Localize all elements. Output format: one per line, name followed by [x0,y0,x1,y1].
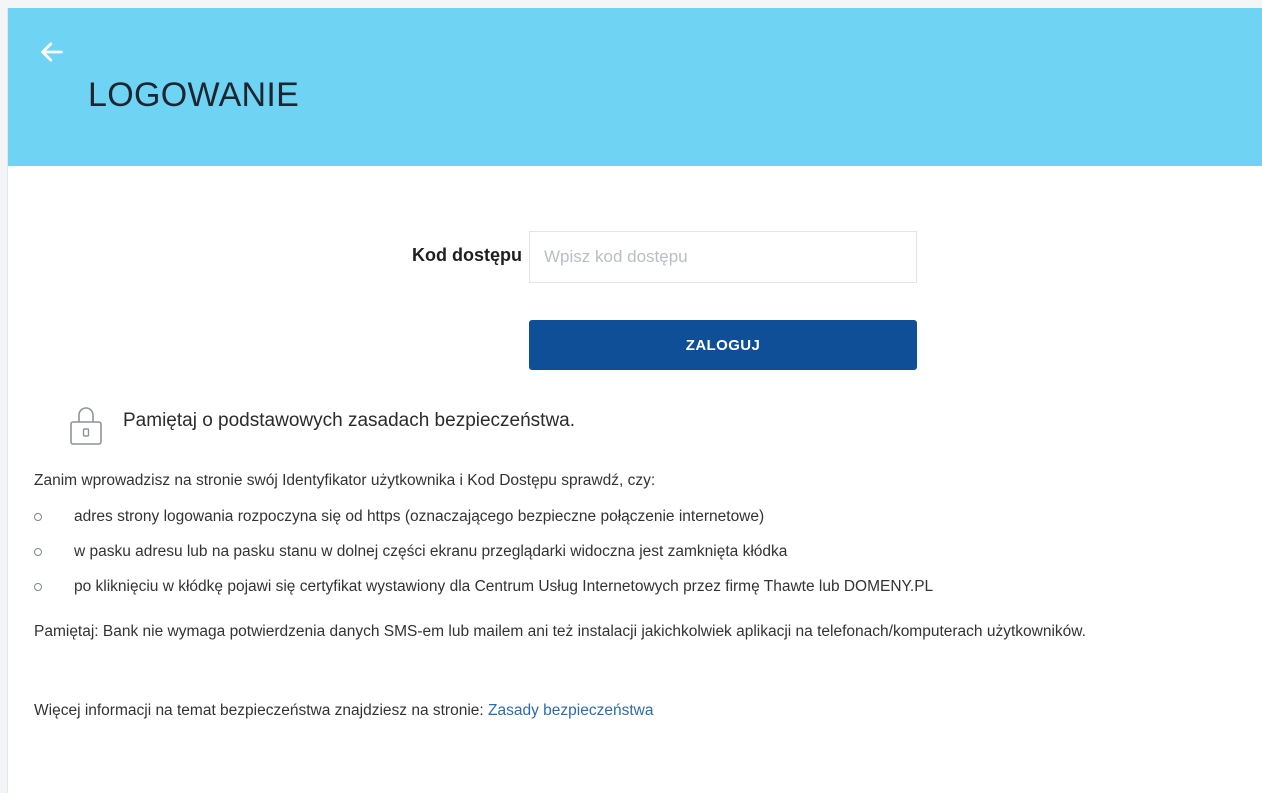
security-note: Pamiętaj: Bank nie wymaga potwierdzenia … [34,623,1086,640]
access-code-input[interactable] [529,231,917,283]
window-top-strip [0,0,1262,8]
security-intro: Zanim wprowadzisz na stronie swój Identy… [34,472,656,489]
access-code-label: Kod dostępu [412,245,522,265]
login-button[interactable]: ZALOGUJ [529,320,917,370]
more-info-line: Więcej informacji na temat bezpieczeństw… [34,702,653,720]
lock-icon [70,407,102,445]
arrow-left-icon[interactable] [38,38,66,66]
security-checklist: adres strony logowania rozpoczyna się od… [34,506,933,611]
circle-bullet-icon [34,583,42,591]
circle-bullet-icon [34,513,42,521]
list-item-text: w pasku adresu lub na pasku stanu w doln… [74,543,788,560]
page-header: LOGOWANIE [8,8,1262,166]
list-item: w pasku adresu lub na pasku stanu w doln… [34,541,933,576]
left-border [0,8,8,793]
list-item-text: po kliknięciu w kłódkę pojawi się certyf… [74,578,934,595]
list-item: adres strony logowania rozpoczyna się od… [34,506,933,541]
page-title: LOGOWANIE [88,76,300,114]
circle-bullet-icon [34,548,42,556]
more-info-text: Więcej informacji na temat bezpieczeństw… [34,702,489,719]
security-heading: Pamiętaj o podstawowych zasadach bezpiec… [123,410,576,431]
login-page: LOGOWANIE Kod dostępu ZALOGUJ Pamiętaj o… [0,0,1262,793]
list-item-text: adres strony logowania rozpoczyna się od… [74,508,765,525]
security-rules-link[interactable]: Zasady bezpieczeństwa [488,702,653,719]
list-item: po kliknięciu w kłódkę pojawi się certyf… [34,576,933,611]
